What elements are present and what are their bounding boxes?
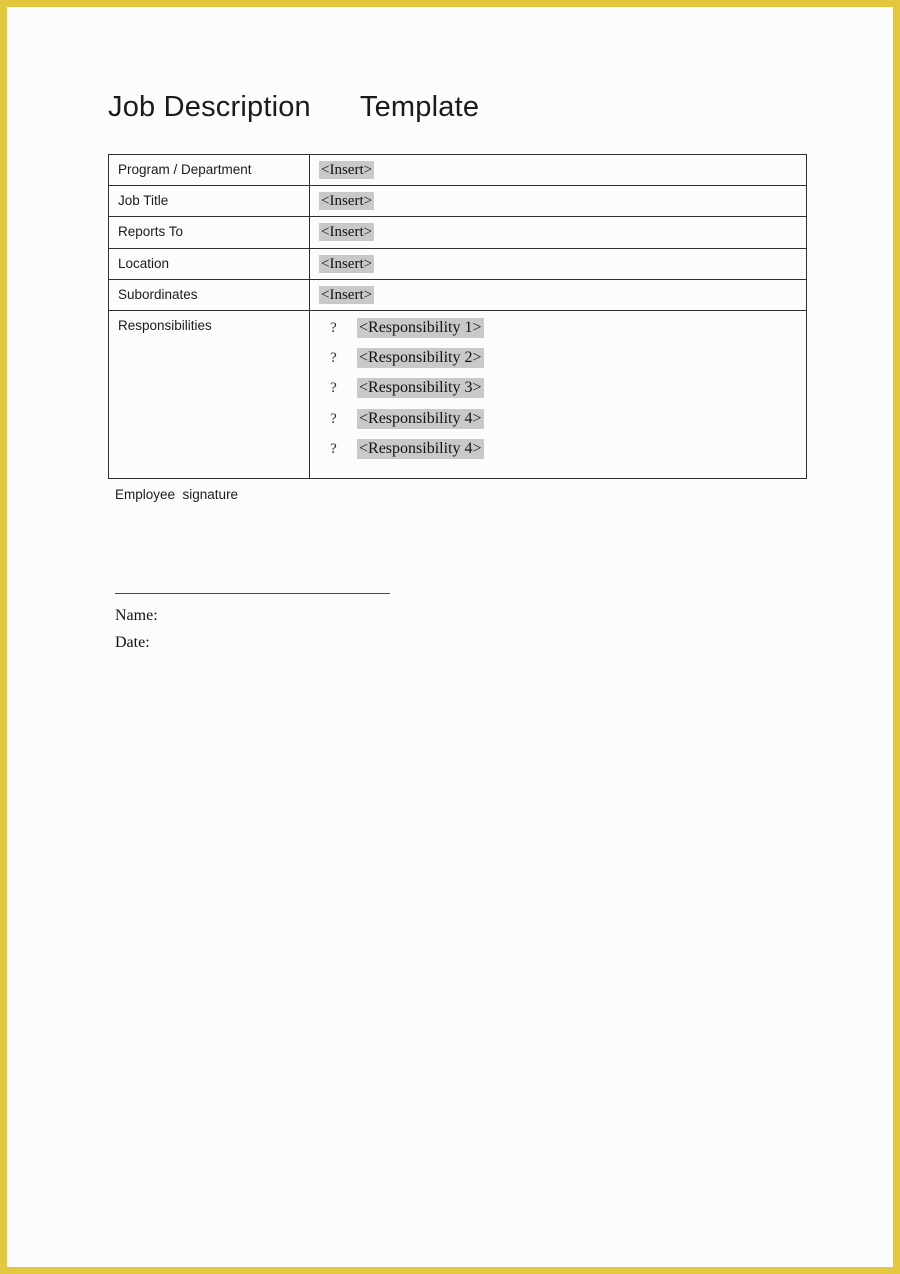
insert-placeholder[interactable]: <Insert> [319, 254, 375, 273]
page-title: Job Description Template [108, 91, 480, 123]
responsibility-placeholder[interactable]: <Responsibility 2> [357, 348, 484, 369]
date-label: Date: [115, 634, 150, 651]
row-label-responsibilities: Responsibilities [108, 309, 310, 479]
list-item: ? <Responsibility 3> [310, 378, 806, 408]
table-row-responsibilities: Responsibilities ? <Responsibility 1> ? … [108, 309, 807, 479]
signature-line[interactable] [115, 593, 390, 594]
row-value-job-title[interactable]: <Insert> [309, 185, 807, 218]
name-label: Name: [115, 607, 158, 624]
table-row: Job Title <Insert> [108, 185, 807, 218]
bullet-glyph-icon: ? [330, 440, 337, 457]
table-row: Location <Insert> [108, 247, 807, 280]
insert-placeholder[interactable]: <Insert> [319, 223, 375, 242]
bullet-glyph-icon: ? [330, 350, 337, 367]
job-description-table: Program / Department <Insert> Job Title … [108, 153, 807, 479]
row-label-reports-to: Reports To [108, 216, 310, 249]
row-label-job-title: Job Title [108, 185, 310, 218]
list-item: ? <Responsibility 4> [310, 408, 806, 439]
row-label-location: Location [108, 247, 310, 280]
watermark-text: www.thetemplatemarket.com [48, 1223, 197, 1235]
document-sheet: Job Description Template Program / Depar… [7, 7, 893, 1267]
row-value-subordinates[interactable]: <Insert> [309, 278, 807, 311]
list-item: ? <Responsibility 1> [310, 317, 806, 348]
list-item: ? <Responsibility 4> [310, 438, 806, 469]
employee-signature-label: Employee signature [115, 487, 239, 502]
responsibility-placeholder[interactable]: <Responsibility 3> [357, 378, 484, 399]
bullet-glyph-icon: ? [330, 410, 337, 427]
list-item: ? <Responsibility 2> [310, 348, 806, 378]
bullet-glyph-icon: ? [330, 380, 337, 397]
responsibility-placeholder[interactable]: <Responsibility 4> [357, 438, 484, 459]
row-label-program-department: Program / Department [108, 153, 310, 187]
table-body: Program / Department <Insert> Job Title … [108, 153, 807, 479]
table-row: Program / Department <Insert> [108, 153, 807, 187]
bullet-glyph-icon: ? [330, 319, 337, 336]
row-value-program-department[interactable]: <Insert> [309, 153, 807, 187]
row-value-reports-to[interactable]: <Insert> [309, 216, 807, 249]
table-row: Reports To <Insert> [108, 216, 807, 249]
insert-placeholder[interactable]: <Insert> [319, 285, 375, 304]
row-value-location[interactable]: <Insert> [309, 247, 807, 280]
insert-placeholder[interactable]: <Insert> [319, 192, 375, 211]
document-page: Job Description Template Program / Depar… [0, 0, 900, 1274]
responsibility-placeholder[interactable]: <Responsibility 4> [357, 408, 484, 429]
row-value-responsibilities: ? <Responsibility 1> ? <Responsibility 2… [309, 309, 807, 479]
insert-placeholder[interactable]: <Insert> [319, 161, 375, 179]
responsibility-placeholder[interactable]: <Responsibility 1> [357, 317, 484, 338]
row-label-subordinates: Subordinates [108, 278, 310, 311]
table-row: Subordinates <Insert> [108, 278, 807, 311]
